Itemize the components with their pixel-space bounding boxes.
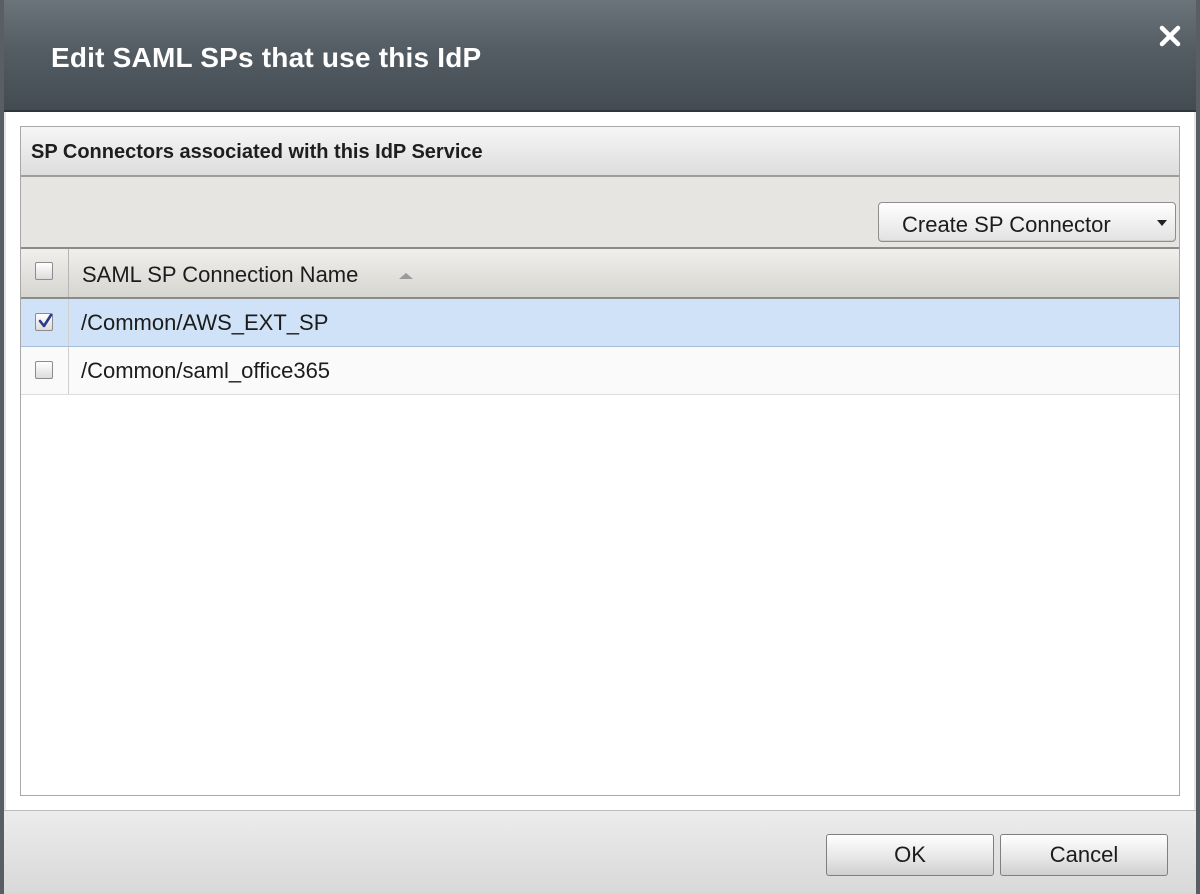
row-checkbox[interactable] bbox=[35, 361, 53, 379]
ok-button[interactable]: OK bbox=[826, 834, 994, 876]
create-sp-connector-label: Create SP Connector bbox=[902, 212, 1111, 237]
sort-ascending-icon[interactable] bbox=[399, 273, 413, 279]
header-checkbox-cell bbox=[21, 249, 69, 297]
row-checkbox-cell bbox=[21, 299, 69, 346]
connection-name-cell: /Common/AWS_EXT_SP bbox=[81, 310, 329, 335]
dialog-titlebar: Edit SAML SPs that use this IdP bbox=[4, 0, 1196, 112]
panel-toolbar: Create SP Connector bbox=[21, 177, 1179, 247]
table-row[interactable]: /Common/AWS_EXT_SP bbox=[21, 299, 1179, 347]
panel-title: SP Connectors associated with this IdP S… bbox=[31, 141, 483, 163]
sp-connectors-panel: SP Connectors associated with this IdP S… bbox=[20, 126, 1180, 796]
row-checkbox-checked[interactable] bbox=[35, 313, 53, 331]
cancel-button[interactable]: Cancel bbox=[1000, 834, 1168, 876]
create-sp-connector-button[interactable]: Create SP Connector bbox=[878, 202, 1176, 242]
dialog-footer: OK Cancel bbox=[4, 810, 1196, 894]
chevron-down-icon[interactable] bbox=[1157, 220, 1167, 226]
row-checkbox-cell bbox=[21, 347, 69, 394]
column-header-connection-name[interactable]: SAML SP Connection Name bbox=[82, 262, 358, 288]
dialog-title: Edit SAML SPs that use this IdP bbox=[51, 42, 482, 73]
dialog-content: SP Connectors associated with this IdP S… bbox=[6, 112, 1194, 810]
table-row[interactable]: /Common/saml_office365 bbox=[21, 347, 1179, 395]
table-header: SAML SP Connection Name bbox=[21, 247, 1179, 299]
checkmark-icon bbox=[38, 314, 53, 328]
select-all-checkbox[interactable] bbox=[35, 262, 53, 280]
connection-name-cell: /Common/saml_office365 bbox=[81, 358, 331, 383]
edit-saml-sps-dialog: Edit SAML SPs that use this IdP SP Conne… bbox=[0, 0, 1200, 894]
panel-header: SP Connectors associated with this IdP S… bbox=[21, 127, 1179, 177]
close-icon[interactable] bbox=[1156, 22, 1184, 50]
